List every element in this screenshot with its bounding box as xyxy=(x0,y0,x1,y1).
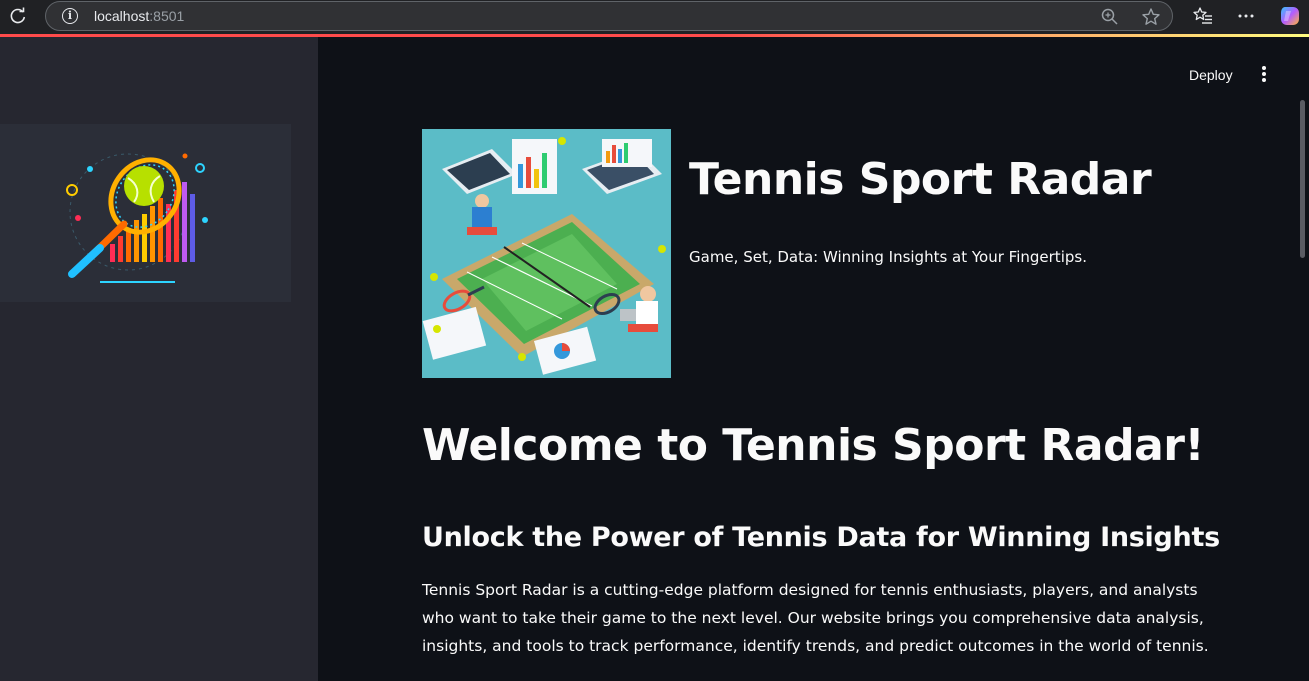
more-options-icon[interactable] xyxy=(1236,6,1256,26)
favorites-icon[interactable] xyxy=(1193,6,1213,26)
intro-paragraph: Tennis Sport Radar is a cutting-edge pla… xyxy=(422,581,1209,655)
tennis-analytics-illustration xyxy=(422,129,671,378)
zoom-icon[interactable] xyxy=(1100,7,1120,27)
page-title: Tennis Sport Radar xyxy=(689,154,1152,205)
site-info-icon[interactable]: i xyxy=(62,8,78,24)
sidebar-logo xyxy=(0,124,291,302)
subheading: Unlock the Power of Tennis Data for Winn… xyxy=(422,522,1220,553)
main-menu-icon[interactable] xyxy=(1256,66,1272,84)
address-bar[interactable]: i localhost:8501 xyxy=(45,1,1173,31)
tagline: Game, Set, Data: Winning Insights at You… xyxy=(689,248,1087,266)
scrollbar[interactable] xyxy=(1300,100,1305,258)
bookmark-star-icon[interactable] xyxy=(1141,7,1161,27)
sidebar xyxy=(0,37,318,681)
url-port: :8501 xyxy=(149,8,185,24)
tennis-radar-logo-image xyxy=(0,124,291,302)
copilot-icon[interactable] xyxy=(1278,4,1302,28)
hero-image xyxy=(422,129,671,378)
browser-toolbar: i localhost:8501 xyxy=(0,0,1309,34)
deploy-button[interactable]: Deploy xyxy=(1180,64,1242,86)
welcome-heading: Welcome to Tennis Sport Radar! xyxy=(422,420,1205,471)
url-host: localhost xyxy=(94,8,150,24)
reload-icon[interactable] xyxy=(8,6,28,26)
url-text[interactable]: localhost:8501 xyxy=(94,8,184,24)
